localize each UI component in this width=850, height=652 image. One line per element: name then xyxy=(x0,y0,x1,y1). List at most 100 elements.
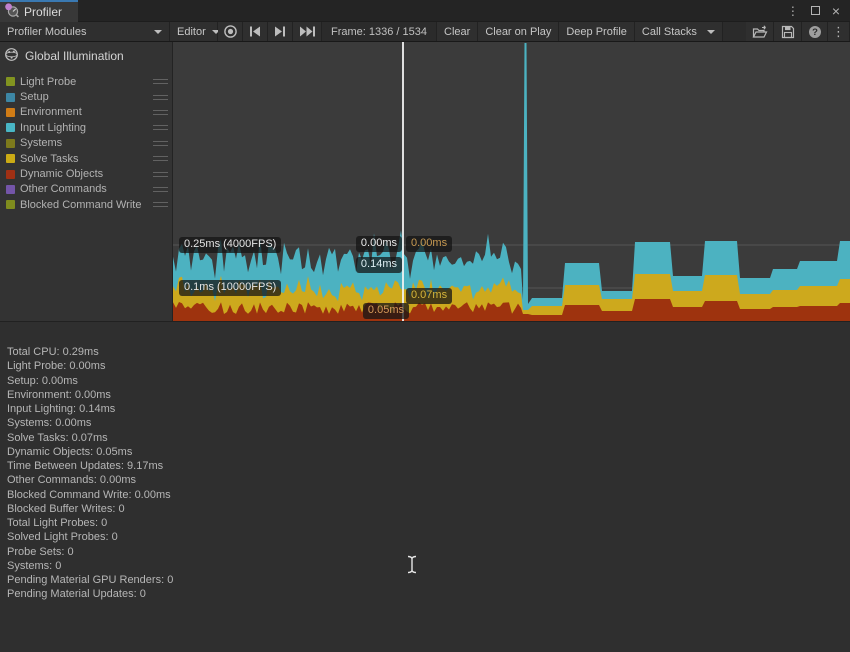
stat-line: Dynamic Objects: 0.05ms xyxy=(7,445,850,459)
next-frame-icon xyxy=(274,26,286,37)
current-frame-button[interactable] xyxy=(293,22,322,41)
stat-line: Systems: 0 xyxy=(7,559,850,573)
frame-counter: Frame: 1336 / 1534 xyxy=(322,22,437,41)
modules-sidebar: Global Illumination Light Probe Setup Envi… xyxy=(0,42,173,321)
call-stacks-dropdown[interactable]: Call Stacks xyxy=(635,22,723,41)
legend-item-label: Input Lighting xyxy=(20,122,86,134)
drag-handle-icon[interactable] xyxy=(153,187,168,192)
module-legend: Light Probe Setup Environment Input Lightin… xyxy=(0,74,172,213)
drag-handle-icon[interactable] xyxy=(153,95,168,100)
stat-line: Solved Light Probes: 0 xyxy=(7,530,850,544)
legend-color-chip xyxy=(6,170,15,179)
stat-line: Total Light Probes: 0 xyxy=(7,516,850,530)
drag-handle-icon[interactable] xyxy=(153,202,168,207)
text-cursor-icon xyxy=(406,555,418,574)
profiler-modules-label: Profiler Modules xyxy=(7,26,86,38)
legend-item-label: Solve Tasks xyxy=(20,153,79,165)
stat-line: Environment: 0.00ms xyxy=(7,388,850,402)
stat-line: Probe Sets: 0 xyxy=(7,545,850,559)
call-stacks-label: Call Stacks xyxy=(642,26,697,38)
record-icon xyxy=(223,24,238,39)
stat-line: Solve Tasks: 0.07ms xyxy=(7,431,850,445)
window-controls: ⋮ × xyxy=(787,0,850,21)
stat-line: Pending Material Updates: 0 xyxy=(7,587,850,601)
close-icon[interactable]: × xyxy=(832,4,840,18)
prev-frame-icon xyxy=(249,26,261,37)
profiler-window: Profiler ⋮ × Profiler Modules Editor xyxy=(0,0,850,652)
drag-handle-icon[interactable] xyxy=(153,141,168,146)
stat-line: Systems: 0.00ms xyxy=(7,416,850,430)
editor-label: Editor xyxy=(177,26,206,38)
current-frame-icon xyxy=(299,26,316,37)
svg-text:?: ? xyxy=(812,27,818,38)
module-title: Global Illumination xyxy=(25,49,124,63)
clear-on-play-button[interactable]: Clear on Play xyxy=(478,22,559,41)
legend-item-label: Systems xyxy=(20,137,62,149)
folder-open-icon xyxy=(752,25,768,39)
chevron-down-icon xyxy=(707,30,715,34)
window-menu-icon[interactable]: ⋮ xyxy=(787,5,799,17)
legend-item-label: Dynamic Objects xyxy=(20,168,103,180)
drag-handle-icon[interactable] xyxy=(153,172,168,177)
legend-color-chip xyxy=(6,108,15,117)
legend-color-chip xyxy=(6,123,15,132)
legend-color-chip xyxy=(6,200,15,209)
toolbar-spacer xyxy=(723,22,746,41)
titlebar: Profiler ⋮ × xyxy=(0,0,850,22)
clear-button[interactable]: Clear xyxy=(437,22,478,41)
next-frame-button[interactable] xyxy=(268,22,293,41)
deep-profile-button[interactable]: Deep Profile xyxy=(559,22,635,41)
save-profile-button[interactable] xyxy=(774,22,802,41)
drag-handle-icon[interactable] xyxy=(153,156,168,161)
drag-handle-icon[interactable] xyxy=(153,79,168,84)
legend-item-label: Other Commands xyxy=(20,183,107,195)
legend-item-input-lighting[interactable]: Input Lighting xyxy=(0,120,172,135)
maximize-icon[interactable] xyxy=(811,6,820,15)
stacked-area-chart[interactable] xyxy=(173,42,850,321)
prev-frame-button[interactable] xyxy=(243,22,268,41)
stat-line: Total CPU: 0.29ms xyxy=(7,345,850,359)
legend-item-solve-tasks[interactable]: Solve Tasks xyxy=(0,151,172,166)
tab-profiler[interactable]: Profiler xyxy=(0,0,78,22)
stat-line: Other Commands: 0.00ms xyxy=(7,473,850,487)
stat-line: Time Between Updates: 9.17ms xyxy=(7,459,850,473)
legend-item-label: Setup xyxy=(20,91,49,103)
legend-item-label: Light Probe xyxy=(20,76,76,88)
legend-color-chip xyxy=(6,139,15,148)
legend-item-other-commands[interactable]: Other Commands xyxy=(0,182,172,197)
legend-color-chip xyxy=(6,185,15,194)
profiler-chart-area[interactable]: 0.25ms (4000FPS)0.1ms (10000FPS)0.00ms0.… xyxy=(173,42,850,321)
chevron-down-icon xyxy=(154,30,162,34)
legend-item-light-probe[interactable]: Light Probe xyxy=(0,74,172,89)
record-button[interactable] xyxy=(218,22,243,41)
profiler-gauge-icon xyxy=(4,3,20,21)
module-header-global-illumination[interactable]: Global Illumination xyxy=(0,42,172,69)
legend-item-environment[interactable]: Environment xyxy=(0,105,172,120)
legend-item-setup[interactable]: Setup xyxy=(0,89,172,104)
global-illumination-icon xyxy=(4,47,19,65)
legend-color-chip xyxy=(6,77,15,86)
stat-line: Blocked Buffer Writes: 0 xyxy=(7,502,850,516)
legend-item-label: Environment xyxy=(20,106,82,118)
stat-line: Pending Material GPU Renders: 0 xyxy=(7,573,850,587)
stat-line: Input Lighting: 0.14ms xyxy=(7,402,850,416)
details-panel: Total CPU: 0.29msLight Probe: 0.00msSetu… xyxy=(0,321,850,652)
load-profile-button[interactable] xyxy=(746,22,774,41)
editor-target-dropdown[interactable]: Editor xyxy=(170,22,218,41)
drag-handle-icon[interactable] xyxy=(153,110,168,115)
tab-title: Profiler xyxy=(24,5,62,19)
help-button[interactable]: ? xyxy=(802,22,828,41)
legend-item-systems[interactable]: Systems xyxy=(0,136,172,151)
legend-item-blocked-command-write[interactable]: Blocked Command Write xyxy=(0,197,172,212)
legend-item-dynamic-objects[interactable]: Dynamic Objects xyxy=(0,166,172,181)
profiler-toolbar: Profiler Modules Editor xyxy=(0,22,850,42)
drag-handle-icon[interactable] xyxy=(153,125,168,130)
stat-line: Blocked Command Write: 0.00ms xyxy=(7,488,850,502)
toolbar-menu-button[interactable]: ⋮ xyxy=(828,22,850,41)
kebab-menu-icon: ⋮ xyxy=(832,24,845,40)
selected-frame-line xyxy=(402,42,404,321)
frame-stats: Total CPU: 0.29msLight Probe: 0.00msSetu… xyxy=(0,322,850,602)
profiler-modules-dropdown[interactable]: Profiler Modules xyxy=(0,22,170,41)
legend-color-chip xyxy=(6,93,15,102)
stat-line: Light Probe: 0.00ms xyxy=(7,359,850,373)
